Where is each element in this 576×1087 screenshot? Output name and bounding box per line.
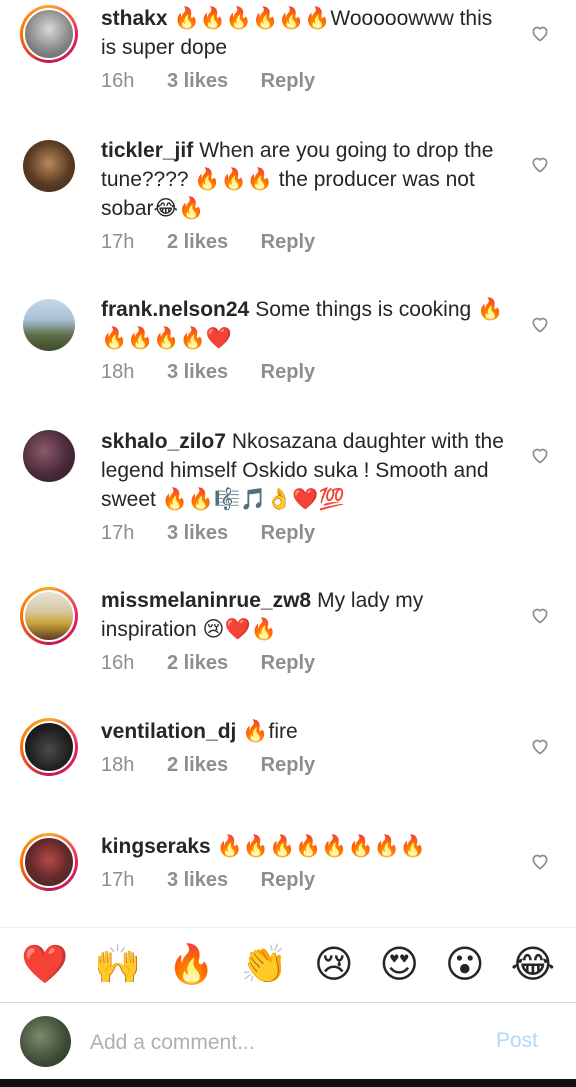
avatar[interactable] <box>20 718 78 776</box>
user-avatar <box>20 1016 71 1067</box>
heart-outline-icon[interactable] <box>530 154 550 174</box>
comment-username[interactable]: ventilation_dj <box>101 720 236 743</box>
comment-time: 18h <box>101 361 135 383</box>
avatar[interactable] <box>20 587 78 645</box>
reply-button[interactable]: Reply <box>261 70 315 92</box>
comment-time: 16h <box>101 70 135 92</box>
comment-likes[interactable]: 2 likes <box>167 652 228 674</box>
reply-button[interactable]: Reply <box>261 652 315 674</box>
heart-outline-icon[interactable] <box>530 605 550 625</box>
reaction-crying-icon[interactable]: 😢 <box>314 945 354 985</box>
avatar[interactable] <box>20 5 78 63</box>
comment-username[interactable]: frank.nelson24 <box>101 298 249 321</box>
quick-reactions-bar: ❤️ 🙌 🔥 👏 😢 😍 😮 😂 <box>0 927 576 1001</box>
avatar[interactable] <box>20 427 78 485</box>
comment-likes[interactable]: 3 likes <box>167 361 228 383</box>
system-nav-bar <box>0 1079 576 1087</box>
comment-time: 18h <box>101 754 135 776</box>
comment-text: 🔥fire <box>242 720 298 743</box>
reply-button[interactable]: Reply <box>261 754 315 776</box>
heart-outline-icon[interactable] <box>530 23 550 43</box>
comment-username[interactable]: tickler_jif <box>101 139 193 162</box>
comment-username[interactable]: skhalo_zilo7 <box>101 430 226 453</box>
heart-outline-icon[interactable] <box>530 851 550 871</box>
comment-likes[interactable]: 3 likes <box>167 522 228 544</box>
comment-username[interactable]: sthakx <box>101 7 168 30</box>
avatar[interactable] <box>20 833 78 891</box>
avatar[interactable] <box>20 137 78 195</box>
comment-time: 17h <box>101 869 135 891</box>
comment-likes[interactable]: 3 likes <box>167 869 228 891</box>
heart-outline-icon[interactable] <box>530 314 550 334</box>
heart-outline-icon[interactable] <box>530 736 550 756</box>
reaction-raised-hands-icon[interactable]: 🙌 <box>94 945 141 985</box>
comment-time: 17h <box>101 231 135 253</box>
heart-outline-icon[interactable] <box>530 445 550 465</box>
reply-button[interactable]: Reply <box>261 869 315 891</box>
reaction-surprised-icon[interactable]: 😮 <box>445 945 485 985</box>
comment-likes[interactable]: 2 likes <box>167 231 228 253</box>
reaction-fire-icon[interactable]: 🔥 <box>167 945 214 985</box>
comment-username[interactable]: missmelaninrue_zw8 <box>101 589 311 612</box>
comment-time: 17h <box>101 522 135 544</box>
comment-likes[interactable]: 2 likes <box>167 754 228 776</box>
reaction-laughing-icon[interactable]: 😂 <box>511 945 555 985</box>
comment-likes[interactable]: 3 likes <box>167 70 228 92</box>
comment-username[interactable]: kingseraks <box>101 835 211 858</box>
reaction-clap-icon[interactable]: 👏 <box>241 945 288 985</box>
reaction-heart-icon[interactable]: ❤️ <box>21 945 68 985</box>
reply-button[interactable]: Reply <box>261 231 315 253</box>
comment-text: 🔥🔥🔥🔥🔥🔥🔥🔥 <box>216 835 426 858</box>
comment-input[interactable] <box>88 1023 472 1063</box>
reaction-heart-eyes-icon[interactable]: 😍 <box>380 945 420 985</box>
reply-button[interactable]: Reply <box>261 522 315 544</box>
avatar[interactable] <box>20 296 78 354</box>
post-button[interactable]: Post <box>496 1029 538 1053</box>
comment-time: 16h <box>101 652 135 674</box>
comment-composer: Post <box>0 1002 576 1079</box>
reply-button[interactable]: Reply <box>261 361 315 383</box>
